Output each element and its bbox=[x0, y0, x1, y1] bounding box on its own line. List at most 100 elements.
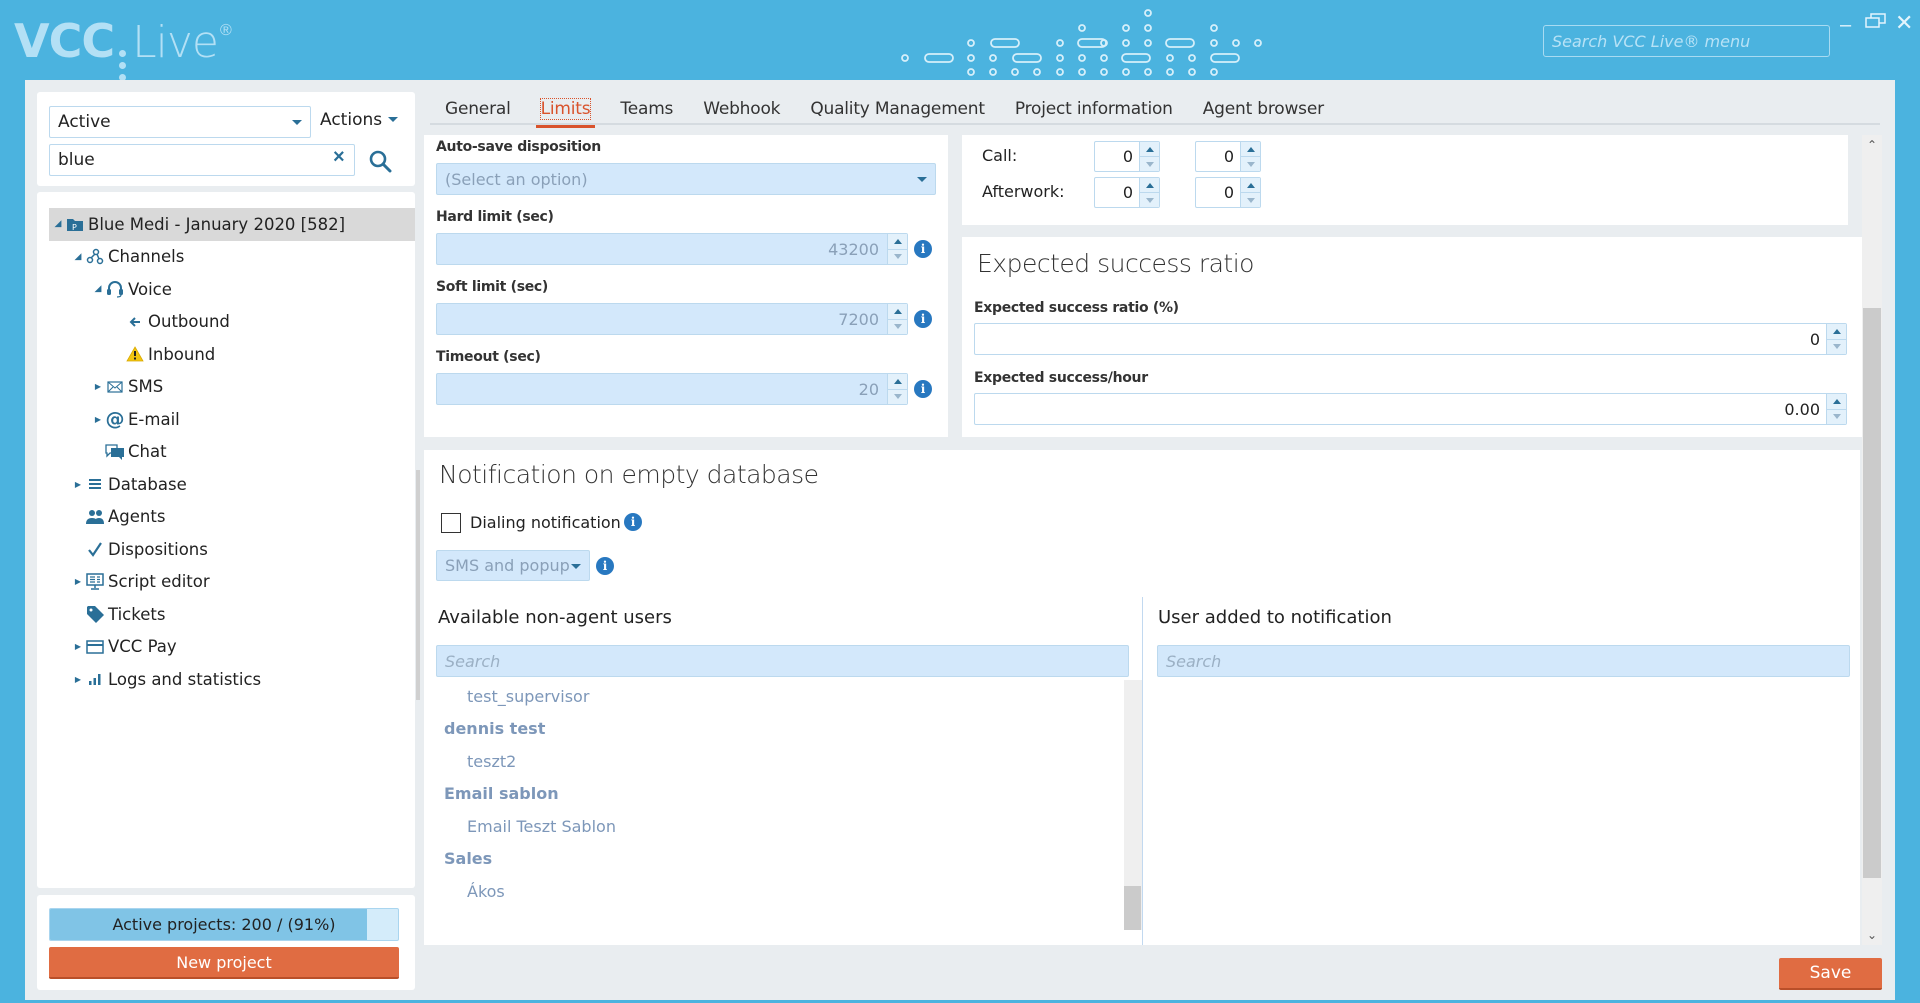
restore-icon[interactable] bbox=[1865, 12, 1887, 36]
search-icon[interactable] bbox=[368, 149, 392, 178]
panel-splitter-handle[interactable] bbox=[416, 470, 420, 700]
spin-down-button[interactable] bbox=[888, 318, 907, 334]
timeout-input[interactable]: 20 bbox=[436, 373, 908, 405]
scrollbar-thumb[interactable] bbox=[1863, 308, 1881, 878]
info-icon[interactable]: i bbox=[624, 513, 642, 531]
spin-up-button[interactable] bbox=[1827, 324, 1846, 339]
spin-down-button[interactable] bbox=[888, 248, 907, 264]
added-users-search[interactable] bbox=[1157, 645, 1850, 677]
project-search-input[interactable] bbox=[49, 144, 355, 176]
menu-search-input[interactable] bbox=[1543, 25, 1830, 57]
call-max-input[interactable]: 0 bbox=[1195, 141, 1261, 172]
tree-item-voice[interactable]: ◢ Voice bbox=[49, 273, 415, 306]
user-group-item[interactable]: dennis test bbox=[444, 713, 1124, 746]
collapse-toggle-icon[interactable]: ◢ bbox=[73, 252, 83, 262]
user-list-item[interactable]: teszt2 bbox=[444, 745, 1124, 778]
auto-save-select[interactable]: (Select an option) bbox=[436, 163, 936, 195]
tree-item-logs-and-statistics[interactable]: ▶ Logs and statistics bbox=[49, 663, 415, 696]
spin-down-button[interactable] bbox=[1241, 192, 1260, 207]
spin-down-button[interactable] bbox=[1140, 192, 1159, 207]
scroll-down-icon[interactable]: ⌄ bbox=[1862, 925, 1882, 945]
spin-up-button[interactable] bbox=[1140, 142, 1159, 156]
hard-limit-input[interactable]: 43200 bbox=[436, 233, 908, 265]
tab-limits[interactable]: Limits bbox=[526, 92, 606, 128]
spin-down-button[interactable] bbox=[1827, 338, 1846, 354]
user-list-item[interactable]: test_supervisor bbox=[444, 680, 1124, 713]
tree-item-sms[interactable]: ▶ SMS bbox=[49, 371, 415, 404]
notification-method-select[interactable]: SMS and popup bbox=[436, 550, 590, 581]
caret-down-icon bbox=[1145, 161, 1154, 167]
user-group-item[interactable]: Sales bbox=[444, 843, 1124, 876]
card-icon bbox=[85, 637, 105, 657]
tab-bar: General Limits Teams Webhook Quality Managem… bbox=[430, 92, 1880, 128]
status-filter-select[interactable]: Active bbox=[49, 106, 311, 138]
call-min-input[interactable]: 0 bbox=[1094, 141, 1160, 172]
success-ratio-input[interactable]: 0 bbox=[974, 323, 1847, 355]
expand-toggle-icon[interactable]: ▶ bbox=[73, 577, 83, 586]
available-users-scrollbar[interactable] bbox=[1124, 680, 1142, 930]
tree-item-database[interactable]: ▶ Database bbox=[49, 468, 415, 501]
expand-toggle-icon[interactable]: ▶ bbox=[93, 415, 103, 424]
tree-item-chat[interactable]: Chat bbox=[49, 436, 415, 469]
soft-limit-input[interactable]: 7200 bbox=[436, 303, 908, 335]
expand-toggle-icon[interactable]: ▶ bbox=[73, 480, 83, 489]
tree-item-vcc-pay[interactable]: ▶ VCC Pay bbox=[49, 631, 415, 664]
tab-teams[interactable]: Teams bbox=[605, 92, 688, 125]
clear-search-icon[interactable]: × bbox=[333, 146, 345, 169]
expand-toggle-icon[interactable]: ▶ bbox=[93, 382, 103, 391]
tree-item-outbound[interactable]: Outbound bbox=[49, 306, 415, 339]
spin-up-button[interactable] bbox=[1140, 178, 1159, 192]
tree-item-e-mail[interactable]: ▶ @ E-mail bbox=[49, 403, 415, 436]
expand-toggle-icon[interactable]: ▶ bbox=[73, 675, 83, 684]
tree-item-script-editor[interactable]: ▶ Script editor bbox=[49, 566, 415, 599]
chevron-down-icon bbox=[571, 563, 581, 569]
status-filter-value: Active bbox=[58, 112, 111, 132]
save-button[interactable]: Save bbox=[1779, 958, 1882, 990]
spin-down-button[interactable] bbox=[1827, 408, 1846, 424]
spin-up-button[interactable] bbox=[1827, 394, 1846, 409]
tree-item-inbound[interactable]: Inbound bbox=[49, 338, 415, 371]
scrollbar-thumb[interactable] bbox=[1124, 886, 1141, 930]
user-list-item[interactable]: Email Teszt Sablon bbox=[444, 810, 1124, 843]
scroll-up-icon[interactable]: ⌃ bbox=[1862, 135, 1882, 155]
tab-quality-management[interactable]: Quality Management bbox=[795, 92, 1000, 125]
tree-item-tickets[interactable]: Tickets bbox=[49, 598, 415, 631]
actions-menu-button[interactable]: Actions bbox=[320, 110, 399, 130]
spin-up-button[interactable] bbox=[888, 304, 907, 319]
collapse-toggle-icon[interactable]: ◢ bbox=[93, 284, 103, 294]
expand-toggle-icon[interactable]: ▶ bbox=[73, 642, 83, 651]
close-icon[interactable]: ✕ bbox=[1895, 10, 1913, 36]
available-users-search[interactable] bbox=[436, 645, 1129, 677]
tree-item-agents[interactable]: Agents bbox=[49, 501, 415, 534]
user-list-item[interactable]: Ákos bbox=[444, 875, 1124, 908]
success-per-hour-input[interactable]: 0.00 bbox=[974, 393, 1847, 425]
info-icon[interactable]: i bbox=[596, 557, 614, 575]
spin-up-button[interactable] bbox=[1241, 178, 1260, 192]
spin-down-button[interactable] bbox=[1241, 156, 1260, 171]
dialing-notification-checkbox[interactable] bbox=[441, 513, 461, 533]
afterwork-min-input[interactable]: 0 bbox=[1094, 177, 1160, 208]
tree-item-channels[interactable]: ◢ Channels bbox=[49, 241, 415, 274]
info-icon[interactable]: i bbox=[914, 240, 932, 258]
new-project-button[interactable]: New project bbox=[49, 947, 399, 979]
spin-down-button[interactable] bbox=[888, 388, 907, 404]
spin-up-button[interactable] bbox=[888, 234, 907, 249]
minimize-icon[interactable]: – bbox=[1840, 14, 1851, 37]
tab-general[interactable]: General bbox=[430, 92, 526, 125]
soft-limit-label: Soft limit (sec) bbox=[436, 279, 549, 295]
title-bar: VCC Live ® – ✕ bbox=[0, 0, 1920, 81]
tab-webhook[interactable]: Webhook bbox=[688, 92, 795, 125]
spin-up-button[interactable] bbox=[888, 374, 907, 389]
afterwork-max-input[interactable]: 0 bbox=[1195, 177, 1261, 208]
spin-down-button[interactable] bbox=[1140, 156, 1159, 171]
tab-agent-browser[interactable]: Agent browser bbox=[1188, 92, 1339, 125]
tab-project-information[interactable]: Project information bbox=[1000, 92, 1188, 125]
spin-up-button[interactable] bbox=[1241, 142, 1260, 156]
tree-item-dispositions[interactable]: Dispositions bbox=[49, 533, 415, 566]
tree-item-blue-medi-january-2020-582[interactable]: ◢ P Blue Medi - January 2020 [582] bbox=[49, 208, 415, 241]
info-icon[interactable]: i bbox=[914, 310, 932, 328]
user-group-item[interactable]: Email sablon bbox=[444, 778, 1124, 811]
collapse-toggle-icon[interactable]: ◢ bbox=[53, 219, 63, 229]
main-scrollbar[interactable]: ⌃ ⌄ bbox=[1862, 135, 1882, 945]
info-icon[interactable]: i bbox=[914, 380, 932, 398]
